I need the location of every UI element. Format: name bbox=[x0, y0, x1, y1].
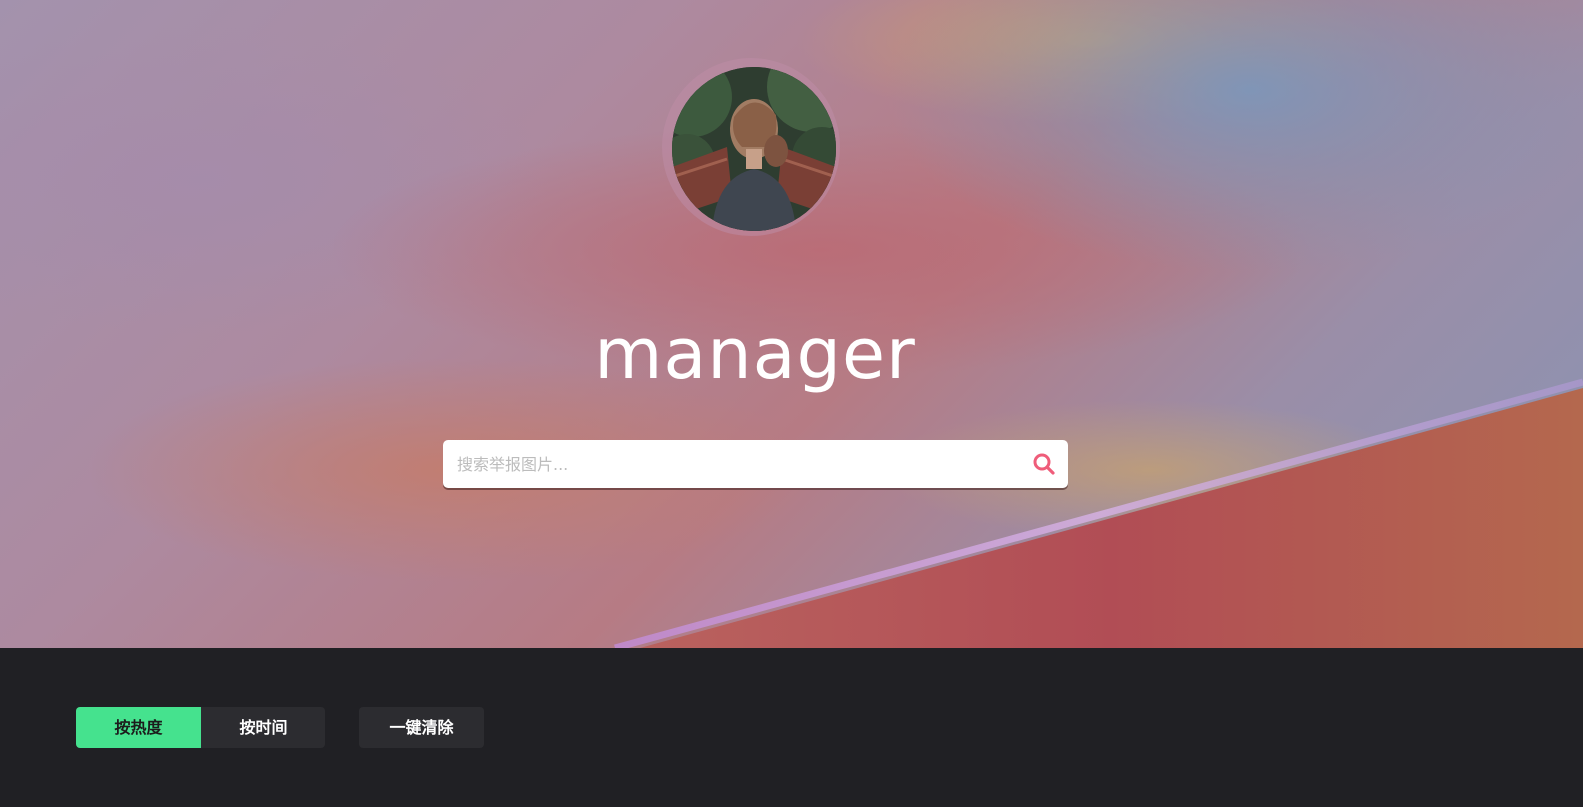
sort-by-time-button[interactable]: 按时间 bbox=[201, 707, 325, 748]
avatar-photo-woman-icon bbox=[672, 67, 836, 231]
username-title: manager bbox=[594, 313, 916, 395]
sort-by-popularity-button[interactable]: 按热度 bbox=[76, 707, 201, 748]
search-bar bbox=[443, 440, 1068, 488]
clear-all-button[interactable]: 一键清除 bbox=[359, 707, 484, 748]
avatar[interactable] bbox=[672, 67, 836, 231]
sort-toggle: 按热度 按时间 bbox=[76, 707, 325, 748]
search-input[interactable] bbox=[457, 440, 1017, 488]
search-icon bbox=[1033, 453, 1055, 475]
search-button[interactable] bbox=[1032, 452, 1056, 476]
